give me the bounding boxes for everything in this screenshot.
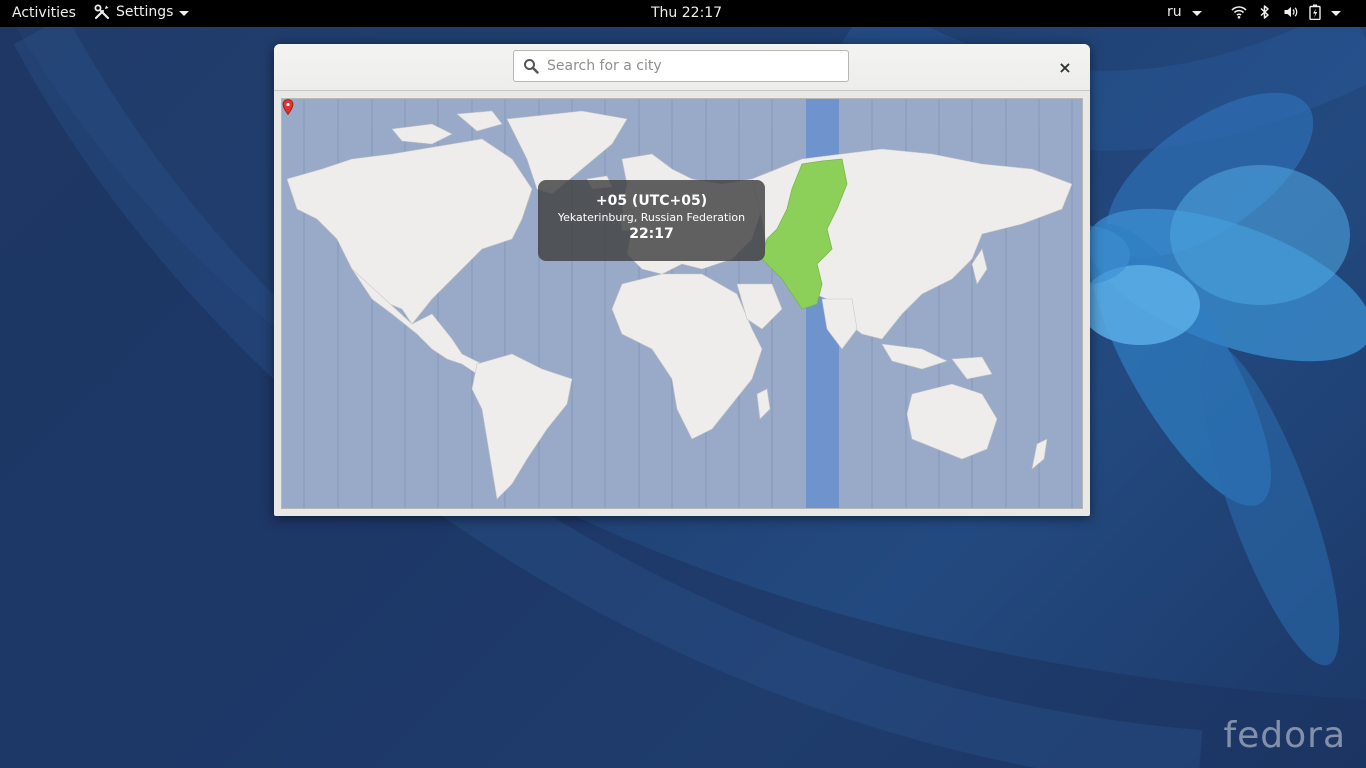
top-bar: Activities Settings Thu 22:17 ru [0, 0, 1366, 27]
wifi-icon [1231, 6, 1247, 19]
battery-icon [1309, 4, 1321, 20]
dialog-header: × [274, 44, 1090, 91]
timezone-name: +05 (UTC+05) [595, 193, 708, 209]
timezone-dialog: × [274, 44, 1090, 516]
system-menu-caret-icon [1331, 10, 1341, 16]
activities-button[interactable]: Activities [12, 5, 76, 21]
location-pin-icon[interactable] [282, 99, 294, 115]
timezone-map[interactable]: +05 (UTC+05) Yekaterinburg, Russian Fede… [281, 98, 1083, 509]
city-search-box[interactable] [513, 50, 849, 82]
volume-icon [1284, 7, 1298, 17]
city-search-input[interactable] [545, 57, 839, 75]
timezone-time: 22:17 [629, 226, 674, 242]
world-map-graphic [286, 99, 1073, 508]
input-language-label: ru [1167, 4, 1182, 20]
settings-tools-icon [94, 4, 110, 20]
close-button[interactable]: × [1054, 56, 1076, 78]
timezone-city: Yekaterinburg, Russian Federation [557, 211, 746, 224]
bluetooth-icon [1260, 5, 1269, 19]
fedora-logo: fedora [1223, 715, 1346, 756]
input-language-button[interactable]: ru [1167, 4, 1202, 20]
timezone-popup: +05 (UTC+05) Yekaterinburg, Russian Fede… [538, 180, 765, 261]
close-icon: × [1058, 57, 1072, 77]
input-language-caret-icon [1191, 10, 1202, 16]
clock[interactable]: Thu 22:17 [651, 5, 722, 21]
search-icon [524, 59, 539, 74]
app-menu-caret-icon [179, 10, 190, 16]
app-menu-button[interactable]: Settings [94, 4, 190, 20]
app-menu-label: Settings [116, 4, 174, 20]
system-status-menu[interactable] [1231, 4, 1341, 20]
